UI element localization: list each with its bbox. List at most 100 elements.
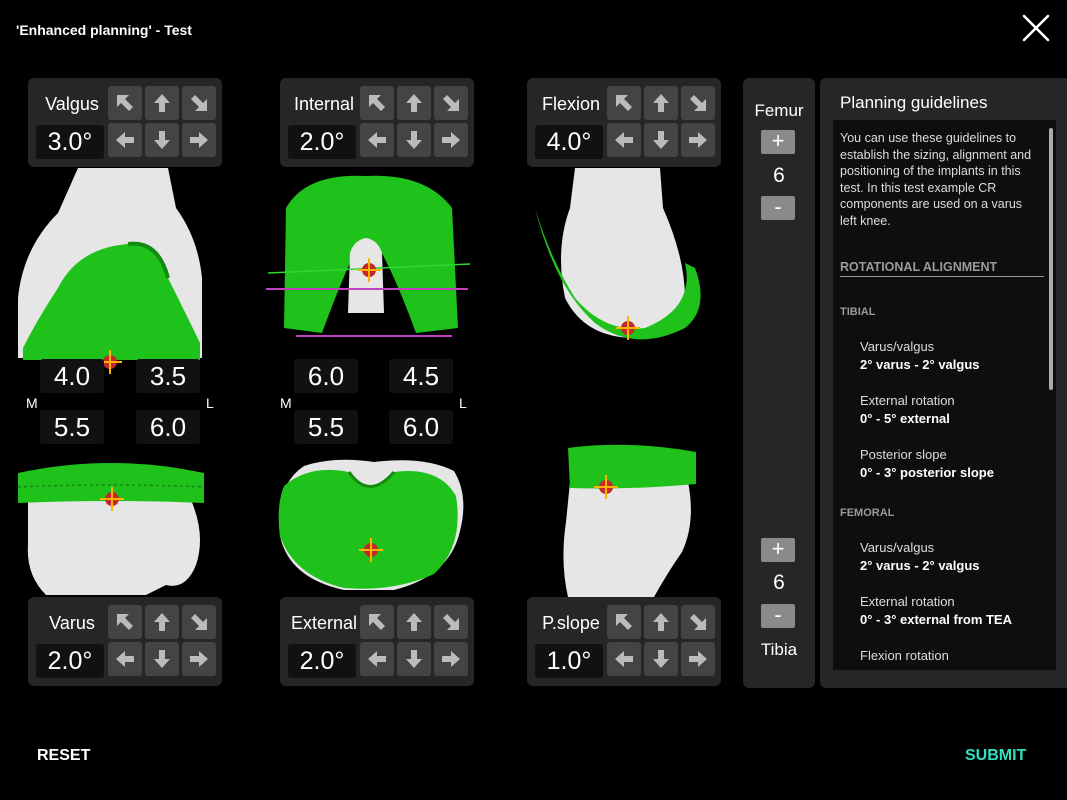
varus-value: 2.0° [36,644,104,678]
arrow-left-icon[interactable] [108,123,142,157]
posterior-slope-label: P.slope [542,613,600,633]
guideline-item: Posterior slope 0° - 3° posterior slope [860,446,994,482]
posterior-slope-value: 1.0° [535,644,603,678]
valgus-label: Valgus [45,94,99,114]
flexion-label: Flexion [541,94,601,114]
femoral-header: FEMORAL [840,507,895,519]
rotate-down-right-icon[interactable] [681,605,715,639]
tibia-size-label: Tibia [760,640,798,659]
planning-guidelines-panel: Planning guidelines You can use these gu… [820,78,1067,688]
submit-button[interactable]: SUBMIT [965,747,1026,765]
arrow-down-icon[interactable] [145,642,179,676]
femur-size-label: Femur [754,101,804,120]
tibia-lateral-view[interactable] [558,442,698,597]
tibial-header: TIBIAL [840,306,876,318]
tibia-frontal-view[interactable] [16,455,206,595]
arrow-left-icon[interactable] [607,642,641,676]
guideline-name: Posterior slope [860,447,947,462]
arrow-down-icon[interactable] [644,123,678,157]
guideline-value: 0° - 3° posterior slope [860,465,994,480]
flexion-value: 4.0° [535,125,603,159]
middle-measure-lateral-top: 4.5 [389,359,453,393]
rotate-down-right-icon[interactable] [434,86,468,120]
rotate-down-right-icon[interactable] [434,605,468,639]
left-measure-medial-top: 4.0 [40,359,104,393]
varus-control: Varus 2.0° [28,597,222,686]
internal-label: Internal [293,94,355,114]
arrow-pad [360,86,468,157]
arrow-pad [607,86,715,157]
rotate-down-right-icon[interactable] [182,605,216,639]
arrow-up-icon[interactable] [397,86,431,120]
arrow-left-icon[interactable] [360,123,394,157]
middle-measure-medial-top: 6.0 [294,359,358,393]
femur-size-decrease-button[interactable]: - [761,196,795,220]
guidelines-scroll-area[interactable]: You can use these guidelines to establis… [833,120,1056,670]
arrow-pad [108,86,216,157]
tibia-axial-view[interactable] [274,456,468,596]
middle-measure-lateral-bottom: 6.0 [389,410,453,444]
arrow-up-icon[interactable] [644,605,678,639]
guideline-value: 0° - 5° external [860,411,950,426]
internal-value: 2.0° [288,125,356,159]
close-icon[interactable] [1020,12,1052,44]
arrow-right-icon[interactable] [434,123,468,157]
guideline-item: Flexion rotation [860,647,949,665]
femur-size-value: 6 [773,164,785,187]
page-title: 'Enhanced planning' - Test [16,22,192,38]
arrow-right-icon[interactable] [681,123,715,157]
femur-lateral-view[interactable] [535,168,705,353]
rotate-up-left-icon[interactable] [607,86,641,120]
rotate-up-left-icon[interactable] [360,86,394,120]
arrow-down-icon[interactable] [397,123,431,157]
arrow-up-icon[interactable] [145,86,179,120]
tibia-size-increase-button[interactable]: + [761,538,795,562]
guideline-item: Varus/valgus 2° varus - 2° valgus [860,338,980,374]
external-control: External 2.0° [280,597,474,686]
guideline-value: 0° - 3° external from TEA [860,612,1012,627]
guideline-item: External rotation 0° - 3° external from … [860,593,1012,629]
guidelines-intro: You can use these guidelines to establis… [840,131,1032,228]
femur-axial-view[interactable] [266,168,472,348]
tibia-size-decrease-button[interactable]: - [761,604,795,628]
rotate-up-left-icon[interactable] [108,86,142,120]
posterior-slope-control: P.slope 1.0° [527,597,721,686]
rotate-up-left-icon[interactable] [360,605,394,639]
femur-size-increase-button[interactable]: + [761,130,795,154]
arrow-left-icon[interactable] [360,642,394,676]
lateral-label: L [459,395,467,411]
guideline-value: 2° varus - 2° valgus [860,357,980,372]
arrow-up-icon[interactable] [145,605,179,639]
guideline-name: External rotation [860,393,955,408]
arrow-left-icon[interactable] [108,642,142,676]
rotate-down-right-icon[interactable] [681,86,715,120]
lateral-label: L [206,395,214,411]
guideline-name: External rotation [860,594,955,609]
middle-measure-medial-bottom: 5.5 [294,410,358,444]
arrow-up-icon[interactable] [644,86,678,120]
rotate-down-right-icon[interactable] [182,86,216,120]
left-measure-lateral-top: 3.5 [136,359,200,393]
guidelines-heading: Planning guidelines [840,93,988,112]
guideline-value: 2° varus - 2° valgus [860,558,980,573]
guideline-name: Varus/valgus [860,339,935,354]
arrow-right-icon[interactable] [182,642,216,676]
external-label: External [290,613,358,633]
arrow-left-icon[interactable] [607,123,641,157]
external-value: 2.0° [288,644,356,678]
scrollbar[interactable] [1049,128,1053,390]
rotate-up-left-icon[interactable] [607,605,641,639]
arrow-right-icon[interactable] [182,123,216,157]
arrow-down-icon[interactable] [145,123,179,157]
arrow-up-icon[interactable] [397,605,431,639]
femur-frontal-view[interactable] [18,168,204,380]
rotate-up-left-icon[interactable] [108,605,142,639]
internal-control: Internal 2.0° [280,78,474,167]
guideline-item: Varus/valgus 2° varus - 2° valgus [860,539,980,575]
arrow-right-icon[interactable] [434,642,468,676]
reset-button[interactable]: RESET [37,747,90,765]
arrow-right-icon[interactable] [681,642,715,676]
guideline-name: Flexion rotation [860,648,949,663]
arrow-down-icon[interactable] [397,642,431,676]
arrow-down-icon[interactable] [644,642,678,676]
